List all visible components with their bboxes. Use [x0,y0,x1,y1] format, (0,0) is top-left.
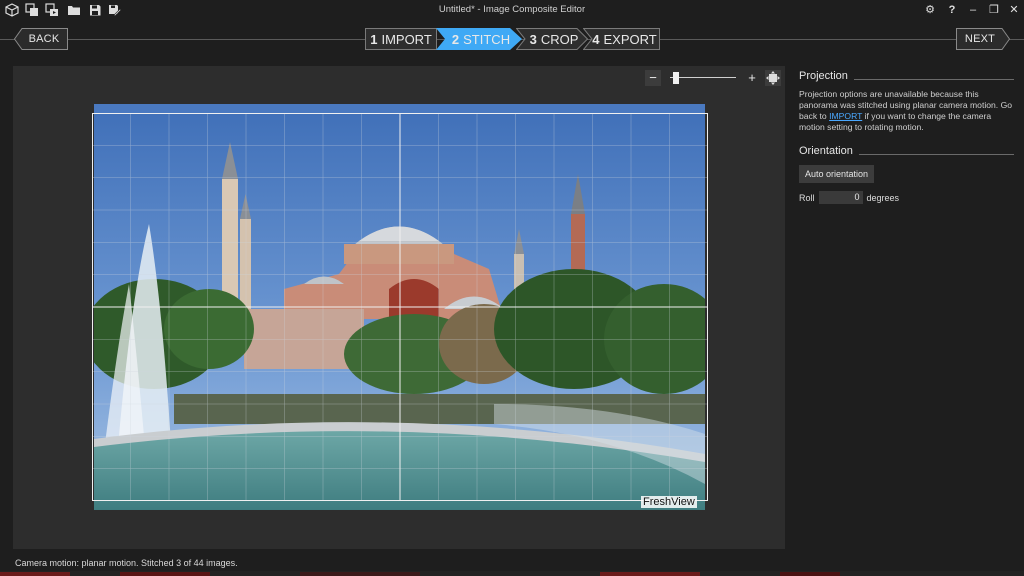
next-button-label: NEXT [964,33,996,45]
next-button[interactable]: NEXT [956,28,1010,50]
zoom-slider-thumb[interactable] [673,72,679,84]
zoom-out-button[interactable]: − [645,70,661,86]
roll-unit-label: degrees [866,192,900,203]
step-stitch[interactable]: 2 STITCH [436,28,522,50]
back-button[interactable]: BACK [14,28,68,50]
step-export[interactable]: 4 EXPORT [583,28,660,50]
orientation-section-header: Orientation [799,145,1014,157]
step-import[interactable]: 1 IMPORT [365,28,437,50]
step-import-number: 1 [370,31,378,47]
settings-panel: Projection Projection options are unavai… [799,66,1014,204]
freshview-watermark: FreshView [641,496,697,508]
minimize-button[interactable]: – [964,2,982,18]
step-crop-label: CROP [540,31,579,47]
roll-label: Roll [799,192,815,203]
projection-heading: Projection [799,70,848,82]
window-title: Untitled* - Image Composite Editor [438,4,586,15]
fit-to-window-icon[interactable] [765,70,781,86]
zoom-in-button[interactable]: + [744,70,760,86]
step-export-number: 4 [592,31,600,47]
status-bar-text: Camera motion: planar motion. Stitched 3… [15,558,238,568]
zoom-slider-track[interactable] [670,77,736,78]
taskbar-edge-strip [0,571,1024,576]
roll-row: Roll 0 degrees [799,191,1014,204]
orientation-divider [858,153,1014,155]
close-button[interactable]: ✕ [1005,2,1023,18]
step-stitch-label: STITCH [463,31,511,47]
import-link[interactable]: IMPORT [829,111,862,121]
title-bar: Untitled* - Image Composite Editor ⚙ ? –… [0,0,1024,20]
alignment-grid-overlay [92,113,708,501]
step-stitch-number: 2 [451,31,460,47]
help-button[interactable]: ? [943,2,961,18]
auto-orientation-button[interactable]: Auto orientation [799,165,875,183]
settings-gear-icon[interactable]: ⚙ [921,2,939,18]
projection-divider [853,78,1014,80]
roll-input[interactable]: 0 [818,191,863,204]
step-crop[interactable]: 3 CROP [516,28,588,50]
back-button-label: BACK [28,33,60,45]
projection-message: Projection options are unavailable becau… [799,89,1014,133]
projection-section-header: Projection [799,70,1014,82]
step-import-label: IMPORT [381,31,432,47]
step-crop-number: 3 [529,31,537,47]
orientation-heading: Orientation [799,145,853,157]
restore-button[interactable]: ❐ [985,2,1003,18]
step-navigation: BACK 1 IMPORT 2 STITCH 3 CROP 4 EXPORT N… [0,26,1024,54]
step-export-label: EXPORT [603,31,657,47]
